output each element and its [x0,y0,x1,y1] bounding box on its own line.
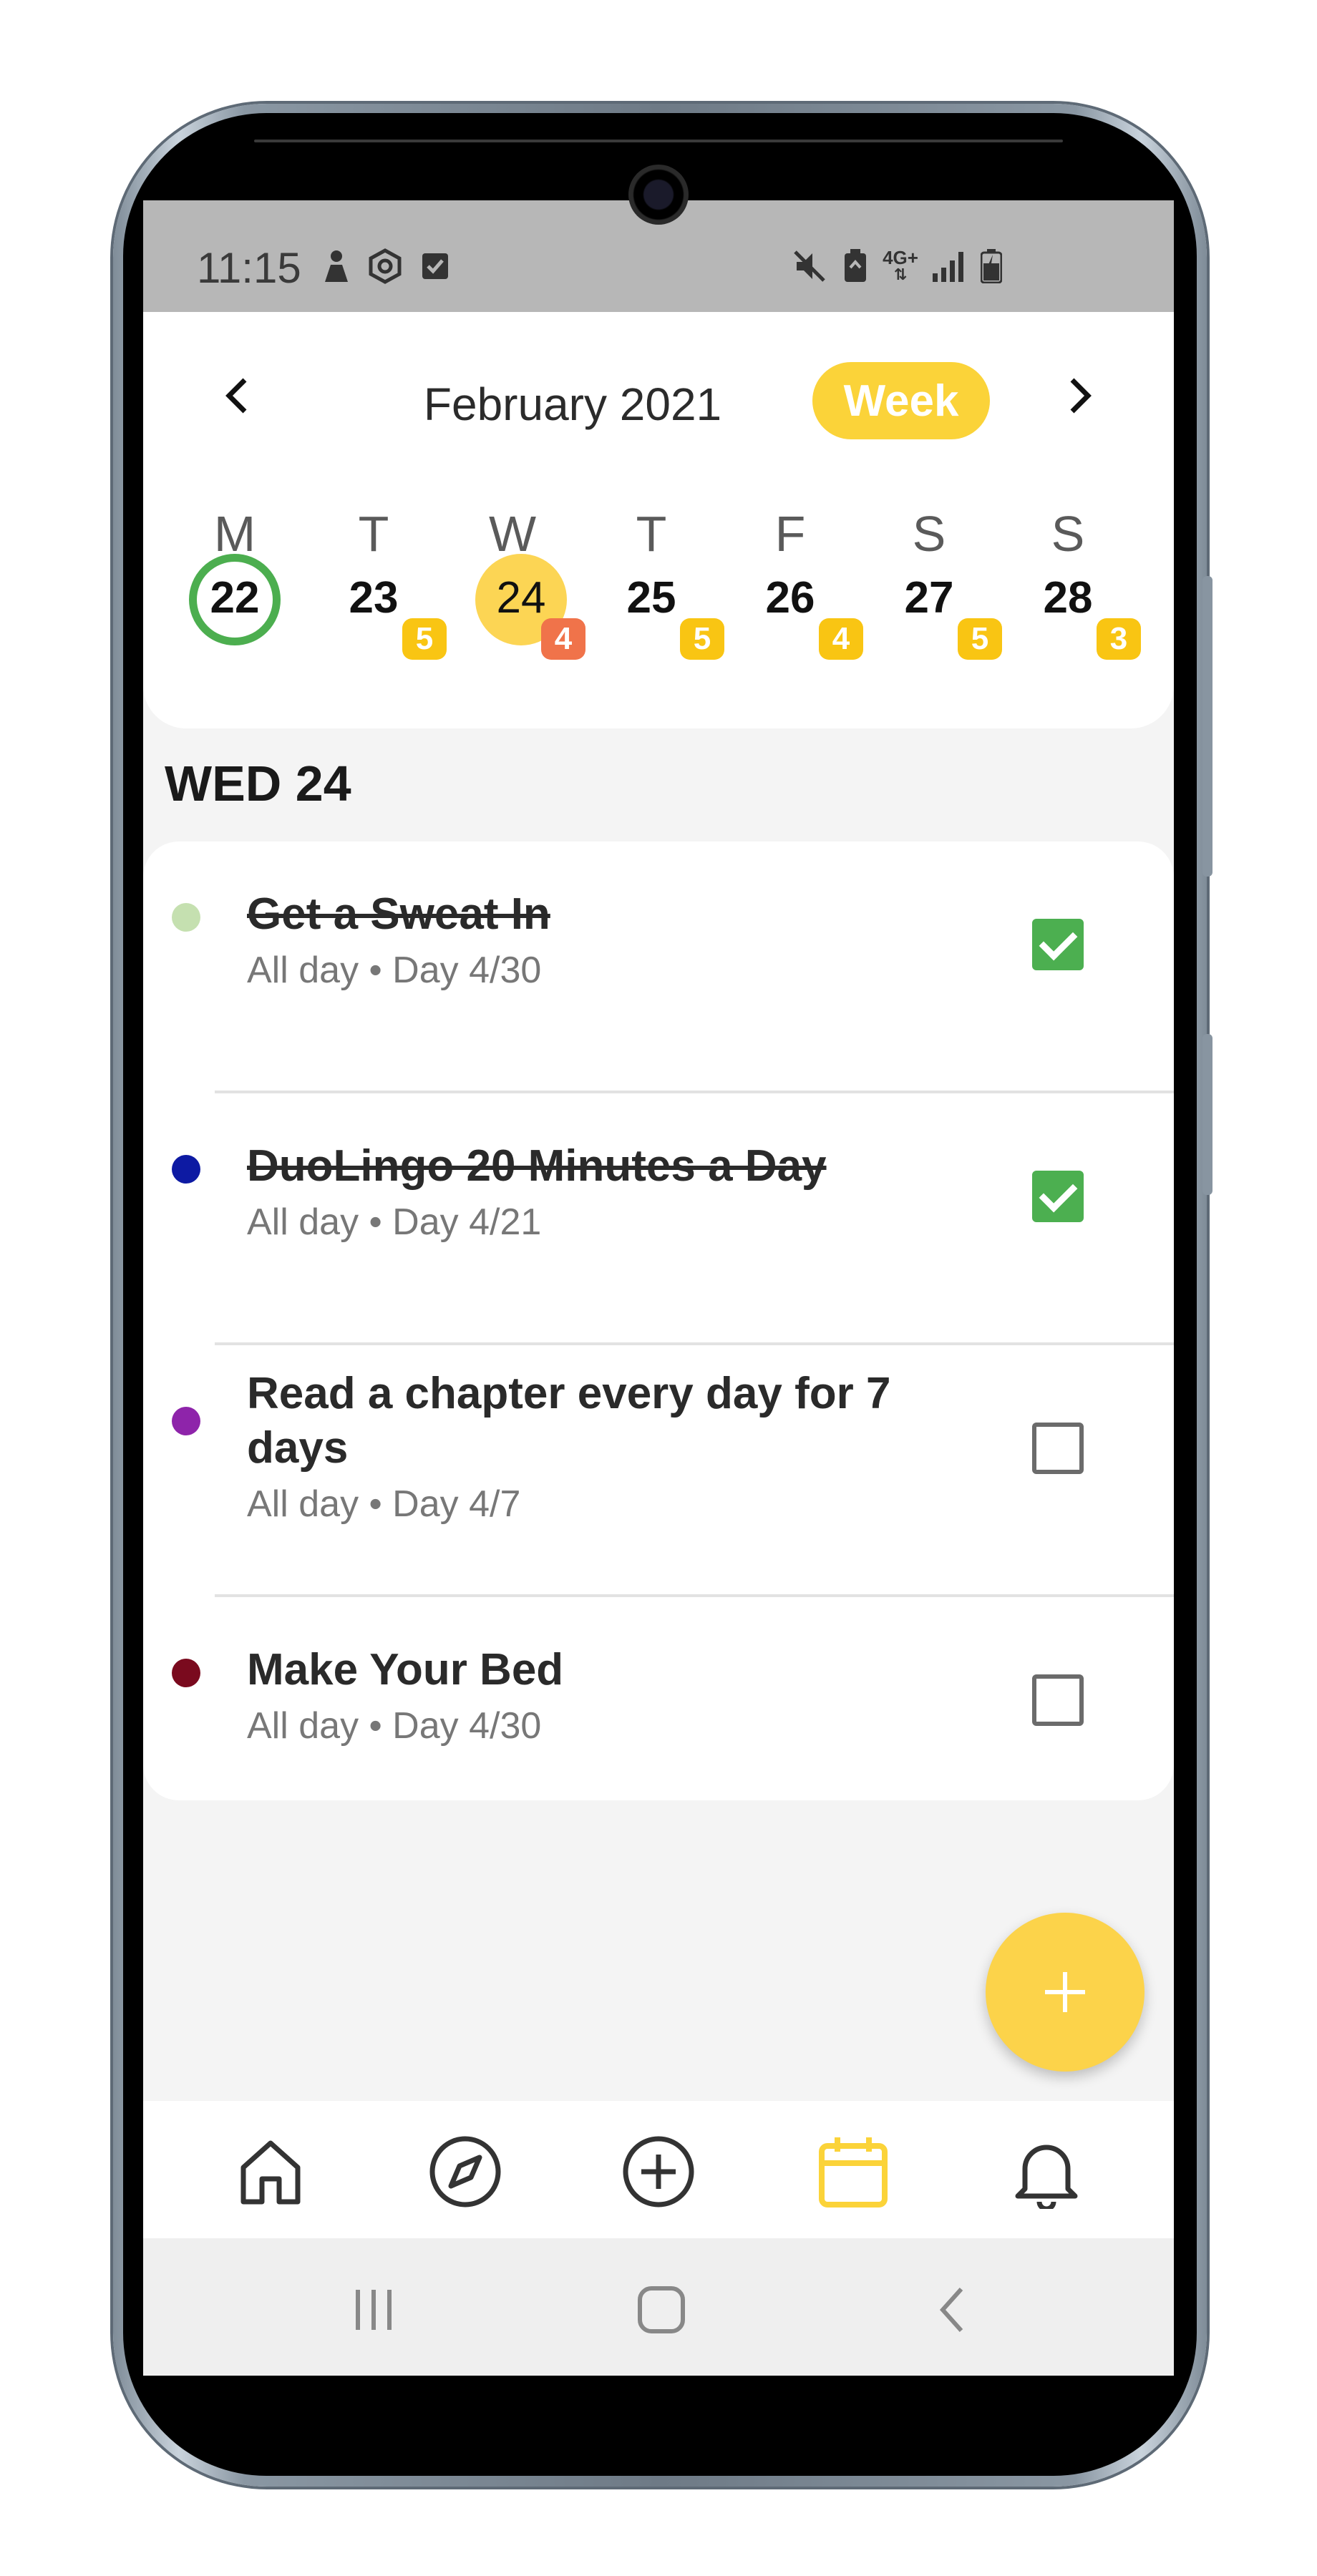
signal-icon [930,249,966,283]
next-week-button[interactable] [1056,371,1106,421]
plus-icon [1045,1972,1085,2012]
battery-saver-icon [841,249,870,283]
day-letter: T [358,506,389,562]
task-title: Get a Sweat In [247,889,550,939]
network-label: 4G+ [883,247,918,268]
prev-week-button[interactable] [211,371,261,421]
recents-icon [356,2290,392,2330]
chevron-right-icon [1070,378,1092,414]
task-color-dot [172,1659,200,1687]
compass-icon [429,2136,501,2207]
task-item[interactable]: Get a Sweat In All day • Day 4/30 [143,841,1174,1093]
screen: 11:15 4G+ ⇅ February 2021 Week M T W T F… [143,200,1174,2376]
nav-add[interactable] [619,2132,698,2211]
status-time: 11:15 [197,244,301,292]
task-count-badge: 3 [1097,618,1141,660]
task-item[interactable]: Read a chapter every day for 7 days All … [143,1345,1174,1597]
system-home-button[interactable] [633,2281,690,2338]
calendar-icon [819,2137,888,2207]
task-count-badge: 4 [541,618,585,660]
volume-button [1202,576,1212,877]
add-task-button[interactable] [986,1913,1145,2072]
task-count-badge: 4 [819,618,863,660]
task-color-dot [172,1407,200,1435]
nav-calendar[interactable] [814,2132,893,2211]
home-button-icon [638,2286,685,2333]
hexagon-settings-icon [365,248,405,284]
battery-icon [977,249,1006,283]
checkbox-icon [419,249,452,283]
task-count-badge: 5 [680,618,724,660]
task-color-dot [172,1155,200,1184]
back-icon [939,2287,963,2333]
recents-button[interactable] [345,2281,402,2338]
selected-day-heading: WED 24 [165,756,351,811]
task-item[interactable]: DuoLingo 20 Minutes a Day All day • Day … [143,1093,1174,1345]
bottom-nav [143,2101,1174,2238]
task-title: Read a chapter every day for 7 days [247,1369,891,1473]
task-checkbox[interactable] [1032,1674,1084,1726]
day-letter: T [636,506,667,562]
task-subtitle: All day • Day 4/7 [247,1483,521,1525]
task-list: Get a Sweat In All day • Day 4/30 DuoLin… [143,841,1174,1800]
mute-icon [791,249,828,283]
add-circle-icon [623,2136,694,2207]
person-alert-icon [319,249,354,283]
front-camera [628,165,689,225]
task-checkbox[interactable] [1032,1171,1084,1222]
nav-home[interactable] [231,2132,310,2211]
day-letter: S [912,506,946,562]
task-checkbox[interactable] [1032,1423,1084,1474]
task-count-badge: 5 [958,618,1002,660]
home-icon [240,2140,301,2205]
day-letter: S [1051,506,1085,562]
nav-notifications[interactable] [1007,2132,1086,2211]
task-count-badge: 5 [402,618,447,660]
task-color-dot [172,903,200,932]
bell-icon [1015,2145,1078,2209]
earpiece [254,140,1063,142]
network-4g-icon: 4G+ ⇅ [883,247,918,283]
day-letter: F [774,506,806,562]
week-view-toggle[interactable]: Week [812,362,990,439]
day-22[interactable]: 22 [192,555,278,641]
task-subtitle: All day • Day 4/21 [247,1201,542,1243]
task-subtitle: All day • Day 4/30 [247,950,542,991]
task-title: Make Your Bed [247,1645,564,1694]
month-title: February 2021 [423,379,722,430]
calendar-header: February 2021 Week M T W T F S S 22 23 2… [143,312,1174,728]
task-title: DuoLingo 20 Minutes a Day [247,1141,827,1191]
system-nav [143,2238,1174,2376]
chevron-left-icon [225,378,247,414]
task-checkbox[interactable] [1032,919,1084,970]
power-button [1202,1034,1212,1195]
task-item[interactable]: Make Your Bed All day • Day 4/30 [143,1597,1174,1849]
nav-explore[interactable] [426,2132,505,2211]
system-back-button[interactable] [923,2281,981,2338]
task-subtitle: All day • Day 4/30 [247,1705,542,1747]
